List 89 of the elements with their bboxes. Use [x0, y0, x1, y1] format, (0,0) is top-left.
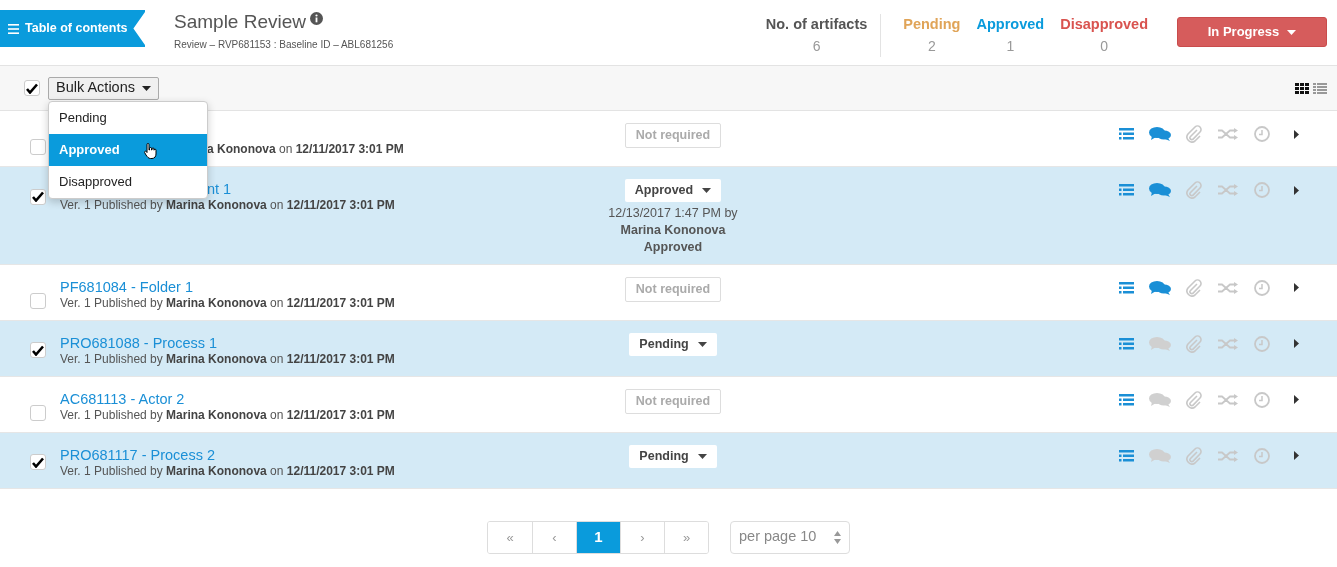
list-icon[interactable] [1118, 128, 1134, 140]
list-icon[interactable] [1118, 281, 1134, 294]
grid-view-icon[interactable] [1295, 82, 1309, 94]
paperclip-icon[interactable] [1186, 334, 1202, 353]
status-dropdown[interactable]: Pending [629, 444, 717, 468]
clock-icon[interactable] [1254, 335, 1270, 352]
checkbox[interactable] [30, 342, 46, 359]
shuffle-icon[interactable] [1218, 281, 1238, 294]
caret-right-icon[interactable] [1293, 395, 1299, 405]
checkbox[interactable] [30, 404, 46, 421]
paperclip-icon[interactable] [1186, 181, 1202, 199]
artifact-meta: Ver. 1 Published by Marina Kononova on 12/11/2017 3:01 PM [60, 406, 395, 423]
status-count-value: 1 [1006, 36, 1015, 56]
not-required-label: Not required [624, 388, 722, 414]
comments-icon[interactable] [1149, 127, 1171, 141]
status-dropdown[interactable]: Pending [629, 332, 717, 356]
artifact-meta: Ver. 1 Published by Marina Kononova on 12/11/2017 3:01 PM [60, 462, 395, 479]
caret-right-icon[interactable] [1293, 451, 1299, 461]
shuffle-icon[interactable] [1218, 128, 1238, 140]
comments-icon[interactable] [1149, 280, 1171, 295]
list-icon[interactable] [1118, 184, 1134, 196]
caret-icon [697, 341, 707, 347]
decision-date: 12/13/2017 1:47 PM by [608, 204, 738, 222]
spinner-arrows-icon [834, 530, 841, 544]
caret-right-icon[interactable] [1293, 283, 1299, 293]
menu-item[interactable]: Disapproved [49, 166, 207, 198]
list-icon[interactable] [1118, 337, 1134, 350]
not-required-label: Not required [624, 276, 722, 302]
reviewer-name: Marina Kononova [620, 221, 726, 239]
checkbox[interactable] [30, 454, 46, 471]
shuffle-icon[interactable] [1218, 393, 1238, 406]
status-dropdown[interactable]: Approved [624, 179, 722, 202]
status-count-label: Disapproved [1060, 15, 1148, 34]
clock-icon[interactable] [1254, 182, 1270, 198]
artifact-title-link[interactable]: PF681084 - Folder 1 [60, 277, 193, 297]
status-count-label: Approved [976, 15, 1045, 34]
review-subtitle: Review – RVP681153 : Baseline ID – ABL681256 [174, 38, 394, 52]
paperclip-icon[interactable] [1186, 278, 1202, 297]
caret-right-icon[interactable] [1293, 339, 1299, 349]
caret-icon [697, 453, 707, 459]
list-icon[interactable] [1118, 449, 1134, 462]
status-count-value: 2 [928, 36, 936, 56]
status-button[interactable]: In Progress [1177, 17, 1327, 47]
hand-cursor-icon [144, 143, 157, 159]
artifact-meta: Ver. 1 Published by Marina Kononova on 12/11/2017 3:01 PM [60, 350, 395, 367]
status-count-value: 0 [1100, 36, 1108, 56]
checkbox[interactable] [30, 292, 46, 309]
artifact-title-link[interactable]: nt 1 [207, 180, 232, 199]
menu-item[interactable]: Pending [49, 102, 207, 134]
menu-icon [8, 23, 19, 34]
caret-right-icon[interactable] [1293, 185, 1299, 195]
comments-icon[interactable] [1149, 392, 1171, 407]
caret-right-icon[interactable] [1293, 129, 1299, 139]
artifact-title-link[interactable]: PRO681117 - Process 2 [60, 445, 215, 465]
clock-icon[interactable] [1254, 447, 1270, 464]
paperclip-icon[interactable] [1186, 125, 1202, 143]
artifact-meta: Ver. 1 Published by Marina Kononova on 12/11/2017 3:01 PM [60, 294, 395, 311]
shuffle-icon[interactable] [1218, 449, 1238, 462]
comments-icon[interactable] [1149, 183, 1171, 197]
artifact-meta: Ver. 1 Published by Marina Kononova on 12/11/2017 3:01 PM [60, 197, 395, 213]
review-title: Sample Review [174, 12, 306, 31]
checkbox[interactable] [30, 139, 46, 155]
caret-icon [142, 85, 151, 91]
per-page-select[interactable]: per page 10 [730, 520, 850, 554]
list-icon[interactable] [1118, 393, 1134, 406]
shuffle-icon[interactable] [1218, 184, 1238, 196]
page-button[interactable]: 1 [576, 521, 620, 553]
caret-icon [702, 187, 712, 193]
page-button[interactable]: » [664, 521, 708, 553]
table-of-contents-button[interactable]: Table of contents [0, 10, 145, 47]
paperclip-icon[interactable] [1186, 390, 1202, 409]
checkbox[interactable] [24, 80, 40, 96]
clock-icon[interactable] [1254, 126, 1270, 142]
clock-icon[interactable] [1254, 279, 1270, 296]
caret-icon [1287, 29, 1297, 35]
paperclip-icon[interactable] [1186, 446, 1202, 465]
menu-item[interactable]: Approved [49, 134, 207, 166]
artifact-title-link[interactable]: AC681113 - Actor 2 [60, 389, 185, 409]
artifact-count-value: 6 [812, 36, 821, 56]
artifact-count-label: No. of artifacts [765, 15, 868, 34]
checkbox[interactable] [30, 188, 46, 205]
bulk-actions-button[interactable]: Bulk Actions [48, 76, 159, 100]
not-required-label: Not required [624, 123, 722, 148]
clock-icon[interactable] [1254, 391, 1270, 408]
info-icon[interactable] [310, 12, 323, 25]
decision-label: Approved [643, 238, 703, 256]
artifact-title-link[interactable]: PRO681088 - Process 1 [60, 333, 218, 353]
shuffle-icon[interactable] [1218, 337, 1238, 350]
status-count-label: Pending [903, 15, 961, 34]
